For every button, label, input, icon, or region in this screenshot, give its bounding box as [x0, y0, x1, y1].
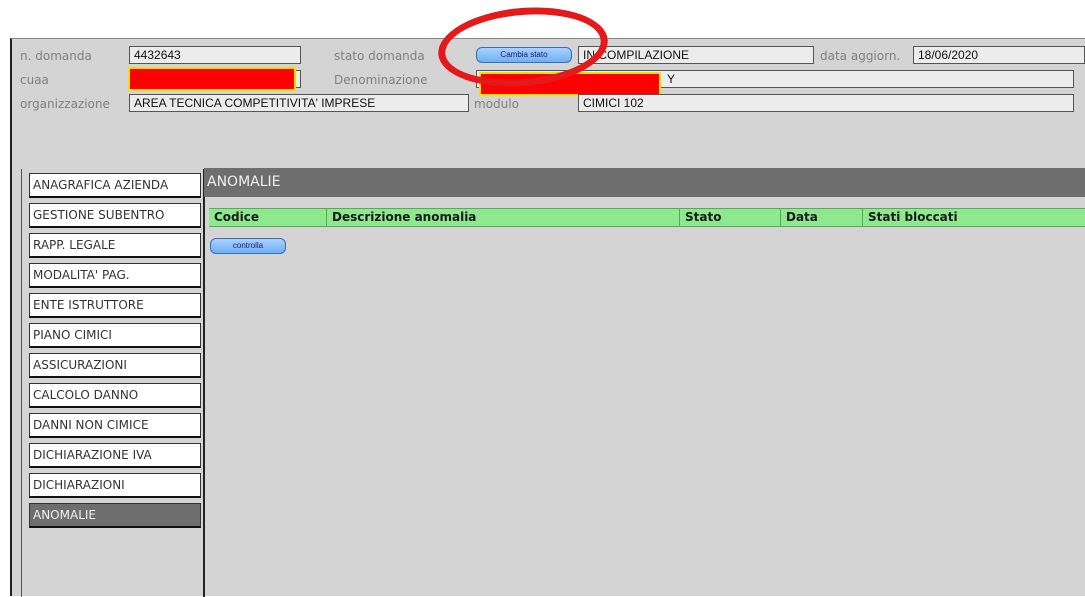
n-domanda-field: 4432643: [129, 46, 301, 64]
organizzazione-field: AREA TECNICA COMPETITIVITA' IMPRESE: [129, 94, 469, 112]
column-header-codice: Codice: [209, 209, 327, 226]
modulo-label: modulo: [474, 97, 519, 111]
column-header-data: Data: [781, 209, 863, 226]
sidebar-item-dichiarazioni[interactable]: DICHIARAZIONI: [29, 473, 201, 498]
sidebar-item-danni-non-cimice[interactable]: DANNI NON CIMICE: [29, 413, 201, 438]
sidebar-item-modalita-pag[interactable]: MODALITA' PAG.: [29, 263, 201, 288]
sidebar-item-assicurazioni[interactable]: ASSICURAZIONI: [29, 353, 201, 378]
data-aggiorn-label: data aggiorn.: [820, 49, 901, 63]
section-title: ANOMALIE: [204, 168, 1085, 197]
redaction-box-cuaa: [128, 67, 296, 91]
n-domanda-label: n. domanda: [20, 49, 92, 63]
organizzazione-label: organizzazione: [20, 97, 110, 111]
sidebar-item-calcolo-danno[interactable]: CALCOLO DANNO: [29, 383, 201, 408]
sidebar-item-ente-istruttore[interactable]: ENTE ISTRUTTORE: [29, 293, 201, 318]
cuaa-label: cuaa: [20, 73, 49, 87]
sidebar-item-anomalie[interactable]: ANOMALIE: [29, 503, 201, 528]
controlla-button[interactable]: controlla: [210, 238, 286, 254]
application-frame: n. domanda 4432643 stato domanda Cambia …: [10, 38, 1085, 597]
column-header-stato: Stato: [680, 209, 781, 226]
sidebar-item-dichiarazione-iva[interactable]: DICHIARAZIONE IVA: [29, 443, 201, 468]
sidebar-item-anagrafica-azienda[interactable]: ANAGRAFICA AZIENDA: [29, 173, 201, 198]
denominazione-label: Denominazione: [334, 73, 428, 87]
column-header-descrizione: Descrizione anomalia: [327, 209, 680, 226]
sidebar-item-rapp-legale[interactable]: RAPP. LEGALE: [29, 233, 201, 258]
stato-domanda-label: stato domanda: [334, 49, 425, 63]
stato-domanda-field: IN COMPILAZIONE: [578, 46, 814, 64]
data-aggiorn-field: 18/06/2020: [913, 46, 1085, 64]
sidebar-item-piano-cimici[interactable]: PIANO CIMICI: [29, 323, 201, 348]
anomalie-table-header: Codice Descrizione anomalia Stato Data S…: [209, 208, 1085, 227]
modulo-field: CIMICI 102: [578, 94, 1074, 112]
column-header-stati-bloccati: Stati bloccati: [868, 210, 958, 224]
sidebar: ANAGRAFICA AZIENDA GESTIONE SUBENTRO RAP…: [21, 169, 205, 597]
sidebar-item-gestione-subentro[interactable]: GESTIONE SUBENTRO: [29, 203, 201, 228]
